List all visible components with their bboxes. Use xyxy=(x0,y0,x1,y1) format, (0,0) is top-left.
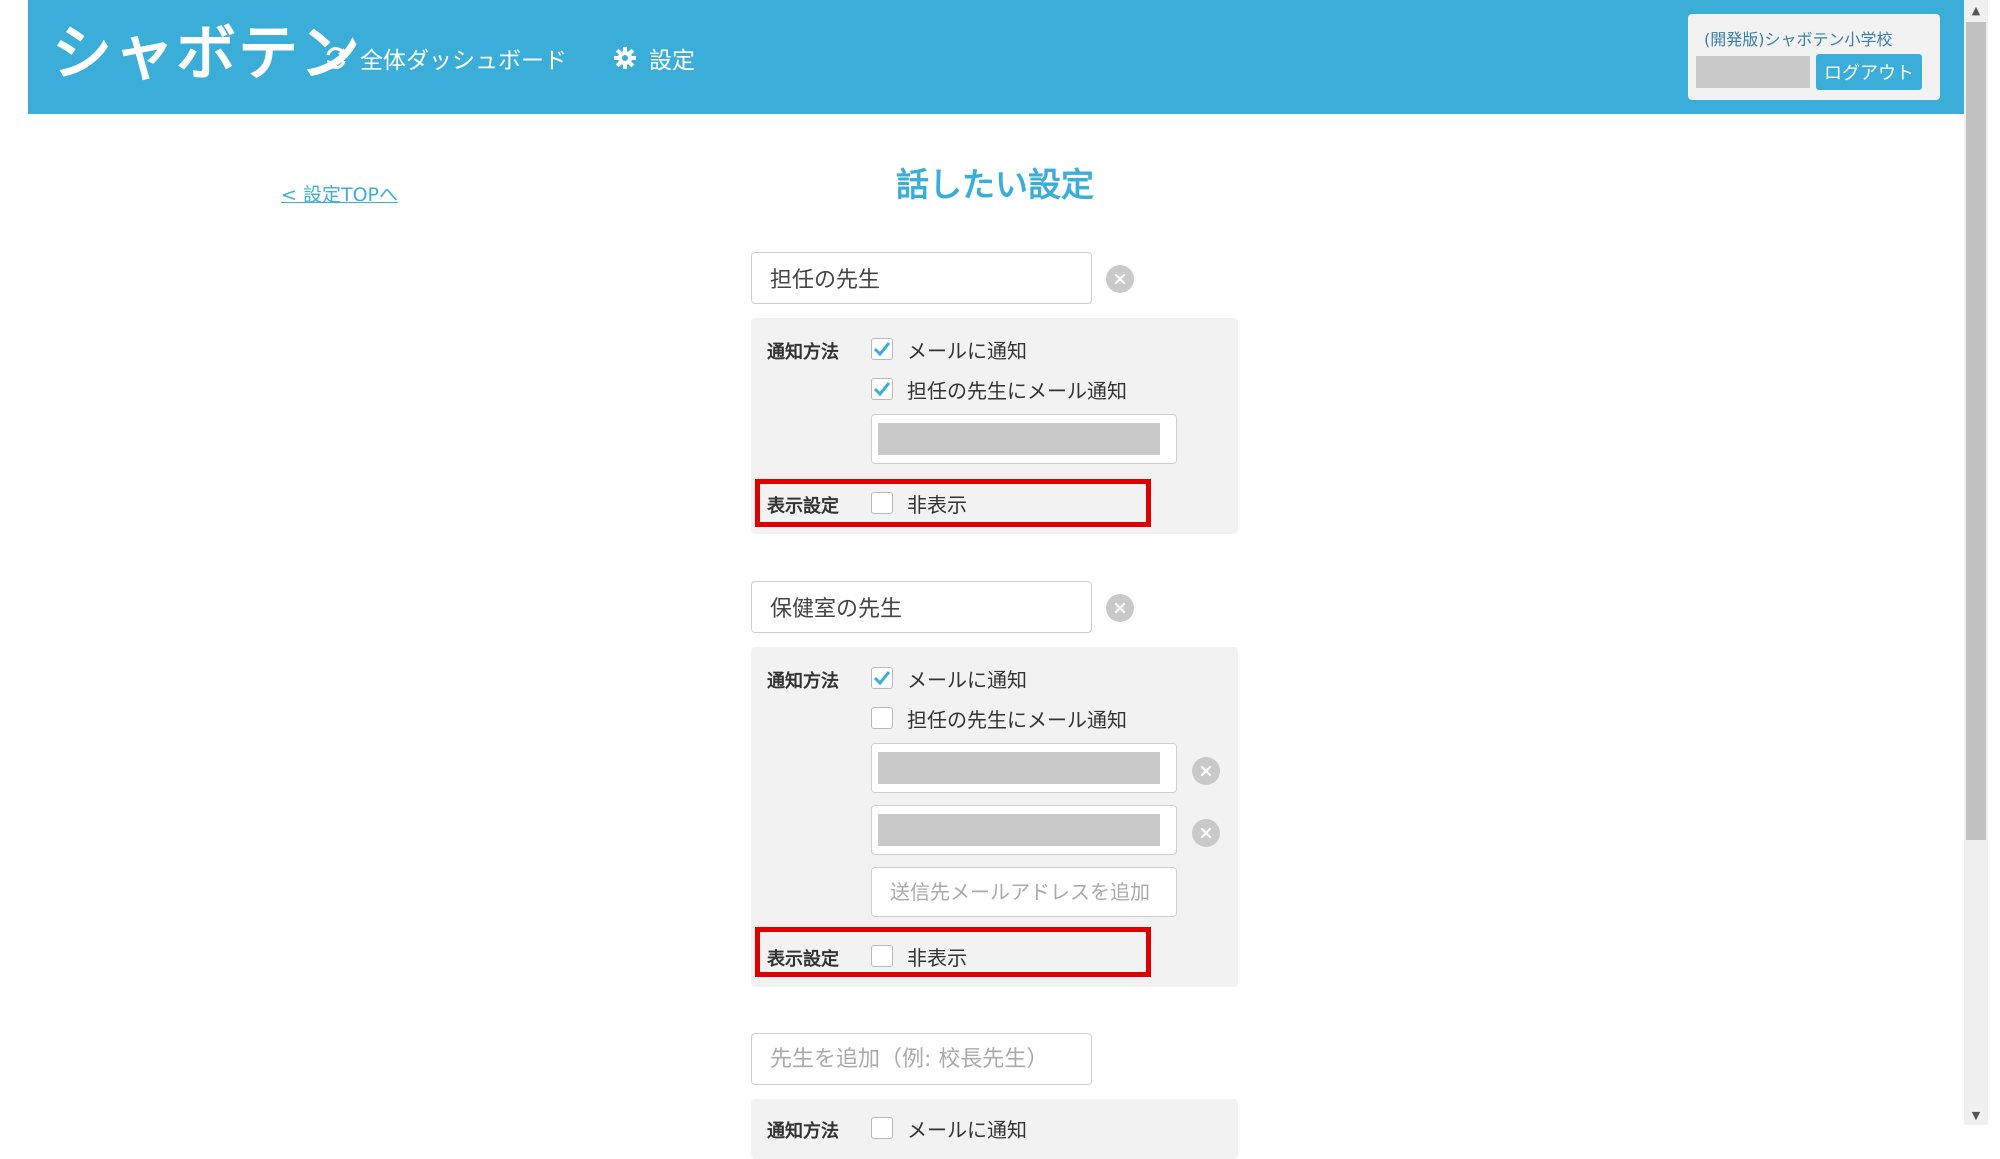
email-redacted xyxy=(878,814,1160,846)
nav-settings[interactable]: 設定 xyxy=(613,38,695,78)
checkmark-icon xyxy=(873,342,891,357)
email-address-field[interactable] xyxy=(871,743,1177,793)
hide-label: 非表示 xyxy=(907,945,967,970)
teacher-settings-panel: 通知方法 メールに通知 担任の先生にメール通知 表示設定 非表示 xyxy=(751,318,1238,534)
app-logo[interactable]: シャボテン xyxy=(52,14,362,94)
remove-teacher-icon[interactable] xyxy=(1106,594,1134,622)
add-email-input[interactable] xyxy=(871,867,1177,917)
close-icon xyxy=(1114,273,1126,285)
remove-email-icon[interactable] xyxy=(1192,757,1220,785)
email-redacted xyxy=(878,423,1160,455)
notify-method-label: 通知方法 xyxy=(767,342,839,363)
notify-email-option[interactable]: メールに通知 xyxy=(871,1115,1027,1142)
notify-email-checkbox[interactable] xyxy=(871,338,893,360)
app-header: シャボテン 全体ダッシュボード 設定 (開発版)シャボテン小学校 ログアウト xyxy=(28,0,1988,114)
checkmark-icon xyxy=(873,382,891,397)
remove-teacher-icon[interactable] xyxy=(1106,265,1134,293)
refresh-icon xyxy=(326,47,346,69)
hide-checkbox[interactable] xyxy=(871,492,893,514)
hide-option[interactable]: 非表示 xyxy=(871,943,967,970)
notify-email-option[interactable]: メールに通知 xyxy=(871,336,1027,363)
nav-settings-label: 設定 xyxy=(649,48,695,74)
notify-email-label: メールに通知 xyxy=(907,667,1027,692)
notify-homeroom-label: 担任の先生にメール通知 xyxy=(907,378,1127,403)
notify-homeroom-checkbox[interactable] xyxy=(871,707,893,729)
display-setting-label: 表示設定 xyxy=(767,496,839,517)
display-setting-label: 表示設定 xyxy=(767,949,839,970)
email-address-field[interactable] xyxy=(871,805,1177,855)
close-icon xyxy=(1114,602,1126,614)
notify-homeroom-option[interactable]: 担任の先生にメール通知 xyxy=(871,376,1127,403)
logout-button[interactable]: ログアウト xyxy=(1816,54,1922,90)
notify-method-label: 通知方法 xyxy=(767,671,839,692)
notify-homeroom-label: 担任の先生にメール通知 xyxy=(907,707,1127,732)
scrollbar-thumb[interactable] xyxy=(1966,22,1986,840)
user-box: (開発版)シャボテン小学校 ログアウト xyxy=(1688,14,1940,100)
notify-email-checkbox[interactable] xyxy=(871,667,893,689)
checkmark-icon xyxy=(873,671,891,686)
nav-dashboard[interactable]: 全体ダッシュボード xyxy=(324,38,567,78)
notify-email-label: メールに通知 xyxy=(907,1117,1027,1142)
hide-option[interactable]: 非表示 xyxy=(871,490,967,517)
notify-email-checkbox[interactable] xyxy=(871,1117,893,1139)
nav-dashboard-label: 全体ダッシュボード xyxy=(360,48,567,74)
school-name: (開発版)シャボテン小学校 xyxy=(1704,30,1893,49)
remove-email-icon[interactable] xyxy=(1192,819,1220,847)
teacher-name-input[interactable] xyxy=(751,252,1092,304)
hide-label: 非表示 xyxy=(907,492,967,517)
gear-icon xyxy=(614,47,636,69)
close-icon xyxy=(1200,765,1212,777)
page-title: 話したい設定 xyxy=(896,165,1094,204)
user-name-redacted xyxy=(1696,56,1810,88)
email-redacted xyxy=(878,752,1160,784)
notify-homeroom-checkbox[interactable] xyxy=(871,378,893,400)
notify-email-label: メールに通知 xyxy=(907,338,1027,363)
scroll-up-arrow-icon[interactable]: ▲ xyxy=(1964,0,1988,20)
email-address-field[interactable] xyxy=(871,414,1177,464)
scroll-down-arrow-icon[interactable]: ▼ xyxy=(1964,1105,1988,1125)
close-icon xyxy=(1200,827,1212,839)
notify-method-label: 通知方法 xyxy=(767,1121,839,1142)
notify-homeroom-option[interactable]: 担任の先生にメール通知 xyxy=(871,705,1127,732)
hide-checkbox[interactable] xyxy=(871,945,893,967)
teacher-settings-panel: 通知方法 メールに通知 担任の先生にメール通知 表示設定 非表示 xyxy=(751,647,1238,987)
notify-email-option[interactable]: メールに通知 xyxy=(871,665,1027,692)
teacher-name-input[interactable] xyxy=(751,581,1092,633)
new-teacher-settings-panel: 通知方法 メールに通知 xyxy=(751,1099,1238,1159)
add-teacher-input[interactable] xyxy=(751,1033,1092,1085)
